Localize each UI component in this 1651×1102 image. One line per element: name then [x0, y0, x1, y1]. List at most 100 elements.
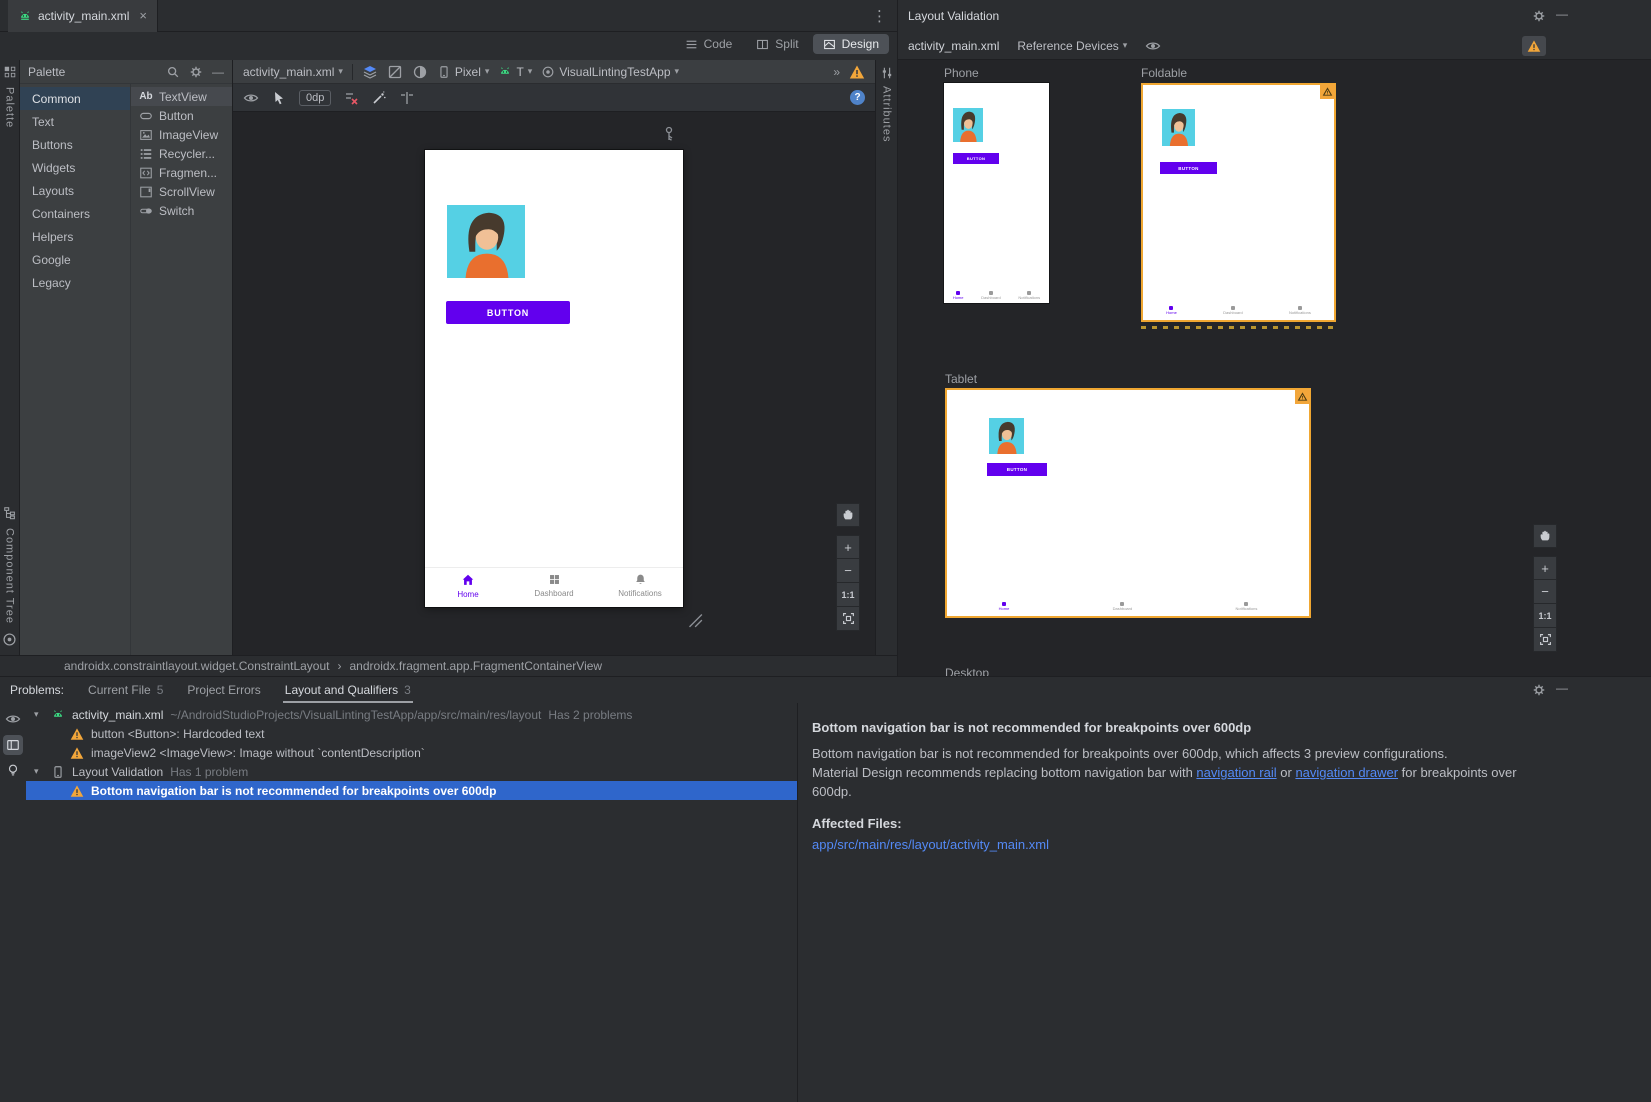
chevron-down-icon[interactable]: ▾: [34, 709, 44, 720]
tab-layout-and-qualifiers[interactable]: Layout and Qualifiers3: [285, 677, 411, 703]
eye-icon[interactable]: [1145, 38, 1161, 54]
problem-bottom-navigation[interactable]: Bottom navigation bar is not recommended…: [26, 781, 797, 800]
category-common[interactable]: Common: [20, 87, 130, 110]
infer-constraints-wand-icon[interactable]: [371, 90, 387, 106]
editor-tab-activity-main[interactable]: activity_main.xml ×: [8, 0, 158, 32]
minimize-icon[interactable]: —: [1556, 681, 1568, 695]
minimize-icon[interactable]: —: [1556, 7, 1568, 21]
zoom-in-button[interactable]: +: [836, 535, 860, 559]
nav-dashboard[interactable]: Dashboard: [511, 568, 597, 607]
design-mode-button[interactable]: Design: [813, 34, 889, 54]
component-recyclerview[interactable]: Recycler...: [131, 144, 232, 163]
pan-button[interactable]: [1533, 524, 1557, 548]
category-widgets[interactable]: Widgets: [20, 156, 130, 179]
close-tab-icon[interactable]: ×: [139, 8, 147, 23]
gear-icon[interactable]: [1532, 9, 1546, 23]
component-tree-stripe-label[interactable]: Component Tree: [4, 528, 16, 624]
imageview-avatar-image[interactable]: [447, 205, 525, 278]
device-preview[interactable]: BUTTON Home Dashboard: [425, 150, 683, 607]
device-selector[interactable]: Pixel ▾: [437, 65, 490, 79]
tree-node-layout-validation[interactable]: ▾ Layout Validation Has 1 problem: [26, 762, 797, 781]
component-switch[interactable]: Switch: [131, 201, 232, 220]
phone-preview[interactable]: BUTTON Home Dashboard Notifications: [944, 83, 1049, 303]
palette-tool-icon[interactable]: [3, 65, 17, 79]
problem-hardcoded-text[interactable]: button <Button>: Hardcoded text: [26, 724, 797, 743]
tree-node-file[interactable]: ▾ activity_main.xml ~/AndroidStudioProje…: [26, 705, 797, 724]
warnings-toggle-button[interactable]: [1522, 36, 1546, 56]
material-button[interactable]: BUTTON: [446, 301, 570, 324]
search-icon[interactable]: [166, 65, 180, 79]
default-margin-selector[interactable]: 0dp: [299, 90, 331, 106]
split-mode-button[interactable]: Split: [746, 34, 808, 54]
warning-icon[interactable]: [849, 64, 865, 80]
nav-notifications[interactable]: Notifications: [597, 568, 683, 607]
breadcrumb-fragmentcontainerview[interactable]: androidx.fragment.app.FragmentContainerV…: [350, 659, 603, 673]
category-legacy[interactable]: Legacy: [20, 271, 130, 294]
navigation-rail-link[interactable]: navigation rail: [1196, 765, 1276, 780]
api-level-selector[interactable]: T ▾: [498, 65, 532, 79]
navigation-drawer-link[interactable]: navigation drawer: [1295, 765, 1398, 780]
category-text[interactable]: Text: [20, 110, 130, 133]
category-buttons[interactable]: Buttons: [20, 133, 130, 156]
design-canvas[interactable]: BUTTON Home Dashboard: [233, 112, 875, 655]
zoom-out-button[interactable]: −: [836, 559, 860, 583]
gear-icon[interactable]: [1532, 683, 1546, 697]
component-imageview[interactable]: ImageView: [131, 125, 232, 144]
layers-icon[interactable]: [362, 64, 378, 80]
imageview-avatar-image: [1162, 109, 1195, 146]
panel-layout-button[interactable]: [3, 735, 23, 755]
tablet-preview[interactable]: BUTTON Home Dashboard Notifications: [945, 388, 1311, 618]
zoom-out-button[interactable]: −: [1533, 580, 1557, 604]
nav-home[interactable]: Home: [425, 568, 511, 607]
right-tool-stripe: Attributes: [875, 60, 897, 655]
reference-devices-selector[interactable]: Reference Devices ▾: [1017, 39, 1127, 53]
resize-handle-icon[interactable]: [685, 610, 703, 628]
category-helpers[interactable]: Helpers: [20, 225, 130, 248]
zoom-fit-button[interactable]: [836, 607, 860, 631]
component-scrollview[interactable]: ScrollView: [131, 182, 232, 201]
breadcrumb-constraintlayout[interactable]: androidx.constraintlayout.widget.Constra…: [64, 659, 330, 673]
layout-validation-node-icon: [51, 765, 65, 779]
chevron-down-icon[interactable]: ▾: [34, 766, 44, 777]
gear-icon[interactable]: [189, 65, 203, 79]
validation-file-tab[interactable]: activity_main.xml: [908, 39, 999, 53]
foldable-preview[interactable]: BUTTON Home Dashboard Notifications: [1141, 83, 1336, 322]
pointer-icon[interactable]: [271, 90, 287, 106]
affected-file-link[interactable]: app/src/main/res/layout/activity_main.xm…: [812, 837, 1049, 852]
view-options-eye-icon[interactable]: [243, 90, 259, 106]
eye-icon[interactable]: [5, 711, 21, 727]
toolbar-overflow-icon[interactable]: »: [833, 65, 840, 79]
category-layouts[interactable]: Layouts: [20, 179, 130, 202]
code-mode-button[interactable]: Code: [675, 34, 743, 54]
problem-missing-contentdescription[interactable]: imageView2 <ImageView>: Image without `c…: [26, 743, 797, 762]
component-tree-icon[interactable]: [3, 506, 17, 520]
night-mode-icon[interactable]: [412, 64, 428, 80]
zoom-1to1-button[interactable]: 1:1: [836, 583, 860, 607]
minimize-icon[interactable]: —: [212, 65, 224, 79]
zoom-fit-button[interactable]: [1533, 628, 1557, 652]
attributes-sliders-icon[interactable]: [880, 66, 894, 80]
zoom-in-button[interactable]: +: [1533, 556, 1557, 580]
code-mode-label: Code: [704, 37, 733, 51]
theme-selector[interactable]: VisualLintingTestApp ▾: [541, 65, 679, 79]
tab-project-errors[interactable]: Project Errors: [187, 677, 260, 703]
component-textview[interactable]: Ab TextView: [131, 87, 232, 106]
align-icon[interactable]: [399, 90, 415, 106]
lightbulb-icon[interactable]: [6, 763, 20, 777]
help-icon[interactable]: ?: [850, 90, 865, 105]
view-mode-switcher: Code Split Design: [675, 34, 889, 54]
attributes-stripe-label[interactable]: Attributes: [881, 86, 893, 142]
category-google[interactable]: Google: [20, 248, 130, 271]
component-button[interactable]: Button: [131, 106, 232, 125]
palette-stripe-label[interactable]: Palette: [4, 87, 16, 128]
tab-current-file[interactable]: Current File5: [88, 677, 163, 703]
component-fragmentcontainer[interactable]: Fragmen...: [131, 163, 232, 182]
file-selector[interactable]: activity_main.xml ▾: [243, 65, 343, 79]
category-containers[interactable]: Containers: [20, 202, 130, 225]
clear-constraints-icon[interactable]: [343, 90, 359, 106]
blueprint-toggle-icon[interactable]: [387, 64, 403, 80]
tool-window-circle-icon[interactable]: [2, 632, 17, 647]
more-options-icon[interactable]: ⋮: [872, 7, 887, 25]
zoom-1to1-button[interactable]: 1:1: [1533, 604, 1557, 628]
pan-button[interactable]: [836, 503, 860, 527]
